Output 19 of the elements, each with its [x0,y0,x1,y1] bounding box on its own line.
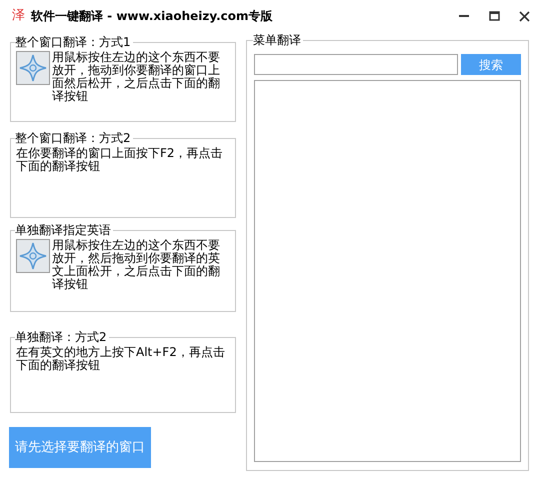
search-button[interactable]: 搜索 [461,54,521,75]
instruction-text: 用鼠标按住左边的这个东西不要放开，然后拖动到你要翻译的英文上面松开，之后点击下面的翻译按钮 [52,239,221,291]
group-title: 菜单翻译 [253,32,303,48]
window-title: 软件一键翻译 - www.xiaoheizy.com专版 [31,8,272,25]
crosshair-drag-icon[interactable] [16,51,50,85]
instruction-text: 在有英文的地方上按下Alt+F2，再点击下面的翻译按钮 [16,346,226,372]
minimize-icon [459,15,469,17]
translate-button[interactable]: 请先选择要翻译的窗口 [9,427,151,468]
instruction-text: 用鼠标按住左边的这个东西不要放开，拖动到你要翻译的窗口上面然后松开，之后点击下面的翻译按钮 [52,51,221,103]
group-title: 单独翻译：方式2 [15,329,109,345]
close-icon [518,10,530,22]
crosshair-drag-icon[interactable] [16,239,50,273]
group-title: 整个窗口翻译：方式2 [15,130,133,146]
group-title: 整个窗口翻译：方式1 [15,34,133,50]
group-title: 单独翻译指定英语 [15,222,113,238]
search-field[interactable] [254,54,458,75]
maximize-icon [488,11,500,21]
app-icon: 泽 [12,6,25,26]
instruction-text: 在你要翻译的窗口上面按下F2，再点击下面的翻译按钮 [16,147,224,173]
